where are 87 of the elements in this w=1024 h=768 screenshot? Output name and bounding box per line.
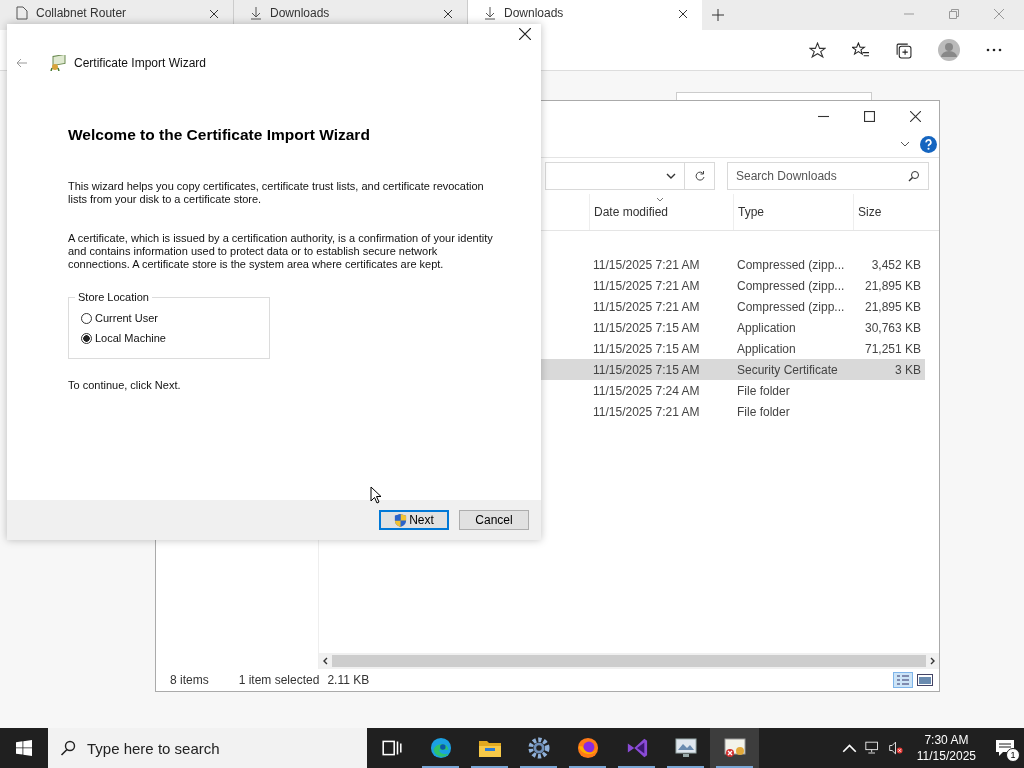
search-field[interactable]: Search Downloads: [727, 162, 929, 190]
radio-button[interactable]: [81, 332, 92, 344]
muted-speaker-icon[interactable]: [887, 741, 903, 755]
radio-button[interactable]: [81, 312, 92, 324]
page-icon: [16, 6, 28, 20]
type-cell-text: Compressed (zipp...: [736, 278, 846, 293]
monitor-icon: [673, 737, 698, 759]
size-cell-text: 71,251 KB: [863, 341, 922, 356]
date-cell-text: 11/15/2025 7:21 AM: [592, 278, 701, 293]
close-icon[interactable]: [209, 9, 219, 19]
more-icon[interactable]: [986, 48, 1002, 52]
item-count: 8 items: [170, 673, 209, 687]
selection-size: 2.11 KB: [327, 673, 370, 687]
size-cell-text: 21,895 KB: [863, 278, 922, 293]
date-cell-text: 11/15/2025 7:21 AM: [592, 404, 701, 419]
browser-icon: [428, 737, 453, 759]
chevron-up-icon[interactable]: [841, 741, 857, 755]
cancel-button[interactable]: Cancel: [459, 510, 529, 530]
mouse-cursor-icon: [370, 486, 382, 504]
chevron-icon[interactable]: [666, 173, 676, 179]
description-text: A certificate, which is issued by a certification authority, is a confirmation of your identity and contains information used to protect data or to establish secure network connections. A certificate store is the system area where certificates are kept.: [68, 232, 494, 271]
gear-icon: [526, 737, 551, 759]
next-button[interactable]: Next: [379, 510, 449, 530]
type-cell-text: Compressed (zipp...: [736, 299, 846, 314]
type-cell-text: Compressed (zipp...: [736, 257, 846, 272]
taskbar-search-field[interactable]: Type here to search: [48, 728, 367, 768]
notification-badge: 1: [1006, 748, 1020, 762]
refresh-icon: [693, 170, 706, 182]
date-cell-text: 11/15/2025 7:21 AM: [592, 257, 701, 272]
type-cell-text: Application: [736, 320, 797, 335]
certificate-icon: [722, 737, 747, 759]
radio-option[interactable]: Current User: [69, 312, 158, 324]
close-icon[interactable]: [519, 28, 531, 40]
date-cell-text: 11/15/2025 7:15 AM: [592, 341, 701, 356]
star-icon[interactable]: [809, 41, 826, 59]
shield-icon: [394, 512, 408, 528]
network-icon[interactable]: [864, 741, 880, 755]
download-icon: [250, 6, 262, 20]
windows-logo-icon: [16, 740, 32, 756]
type-cell-text: File folder: [736, 383, 791, 398]
back-arrow-icon[interactable]: [16, 58, 28, 68]
certificate-taskbar-button[interactable]: [710, 728, 759, 768]
collections-icon[interactable]: [895, 41, 912, 59]
browser-tab[interactable]: Downloads: [468, 0, 702, 30]
instruction-text: To continue, click Next.: [68, 379, 182, 391]
date-cell-text: 11/15/2025 7:15 AM: [592, 320, 701, 335]
type-cell-text: File folder: [736, 404, 791, 419]
favorites-icon[interactable]: [852, 41, 869, 59]
close-icon[interactable]: [910, 110, 921, 122]
download-icon: [484, 6, 496, 20]
type-cell-text: Application: [736, 341, 797, 356]
close-icon[interactable]: [678, 9, 688, 19]
search-icon[interactable]: [908, 170, 920, 182]
group-label: Store Location: [75, 291, 152, 304]
fox-browser-icon: [575, 737, 600, 759]
new-tab-icon[interactable]: [712, 9, 724, 21]
sort-caret-icon: [656, 197, 664, 202]
chevron-icon[interactable]: [900, 141, 910, 147]
avatar-icon[interactable]: [938, 39, 960, 61]
clock[interactable]: 7:30 AM 11/15/2025: [910, 732, 982, 764]
radio-option[interactable]: Local Machine: [69, 332, 166, 344]
refresh-button[interactable]: [685, 162, 715, 190]
column-header[interactable]: Type: [733, 194, 853, 230]
size-cell-text: 30,763 KB: [863, 320, 922, 335]
size-cell-text: 21,895 KB: [863, 299, 922, 314]
scroll-left-icon[interactable]: [322, 657, 328, 665]
scroll-right-icon[interactable]: [930, 657, 936, 665]
size-cell-text: 3 KB: [894, 362, 922, 377]
help-icon[interactable]: [920, 135, 937, 153]
date-cell-text: 11/15/2025 7:15 AM: [592, 362, 701, 377]
size-cell-text: 3,452 KB: [870, 257, 922, 272]
horizontal-scrollbar[interactable]: [319, 653, 939, 669]
scroll-thumb[interactable]: [332, 655, 926, 667]
close-icon[interactable]: [443, 9, 453, 19]
preview-view-icon[interactable]: [917, 674, 933, 686]
selection-status: 1 item selected: [238, 673, 320, 687]
wizard-heading: Welcome to the Certificate Import Wizard: [68, 126, 371, 144]
type-cell-text: Security Certificate: [736, 362, 839, 377]
column-header[interactable]: Size: [853, 194, 929, 230]
certificate-icon: [50, 55, 66, 71]
date-cell-text: 11/15/2025 7:21 AM: [592, 299, 701, 314]
description-text: This wizard helps you copy certificates, certificate trust lists, and certificate revocation lists from your disk to a certificate store.: [68, 180, 485, 206]
column-header[interactable]: Date modified: [589, 194, 733, 230]
maximize-icon[interactable]: [864, 110, 875, 122]
date-cell-text: 11/15/2025 7:24 AM: [592, 383, 701, 398]
dialog-title: Certificate Import Wizard: [74, 56, 207, 70]
search-icon: [60, 740, 76, 756]
